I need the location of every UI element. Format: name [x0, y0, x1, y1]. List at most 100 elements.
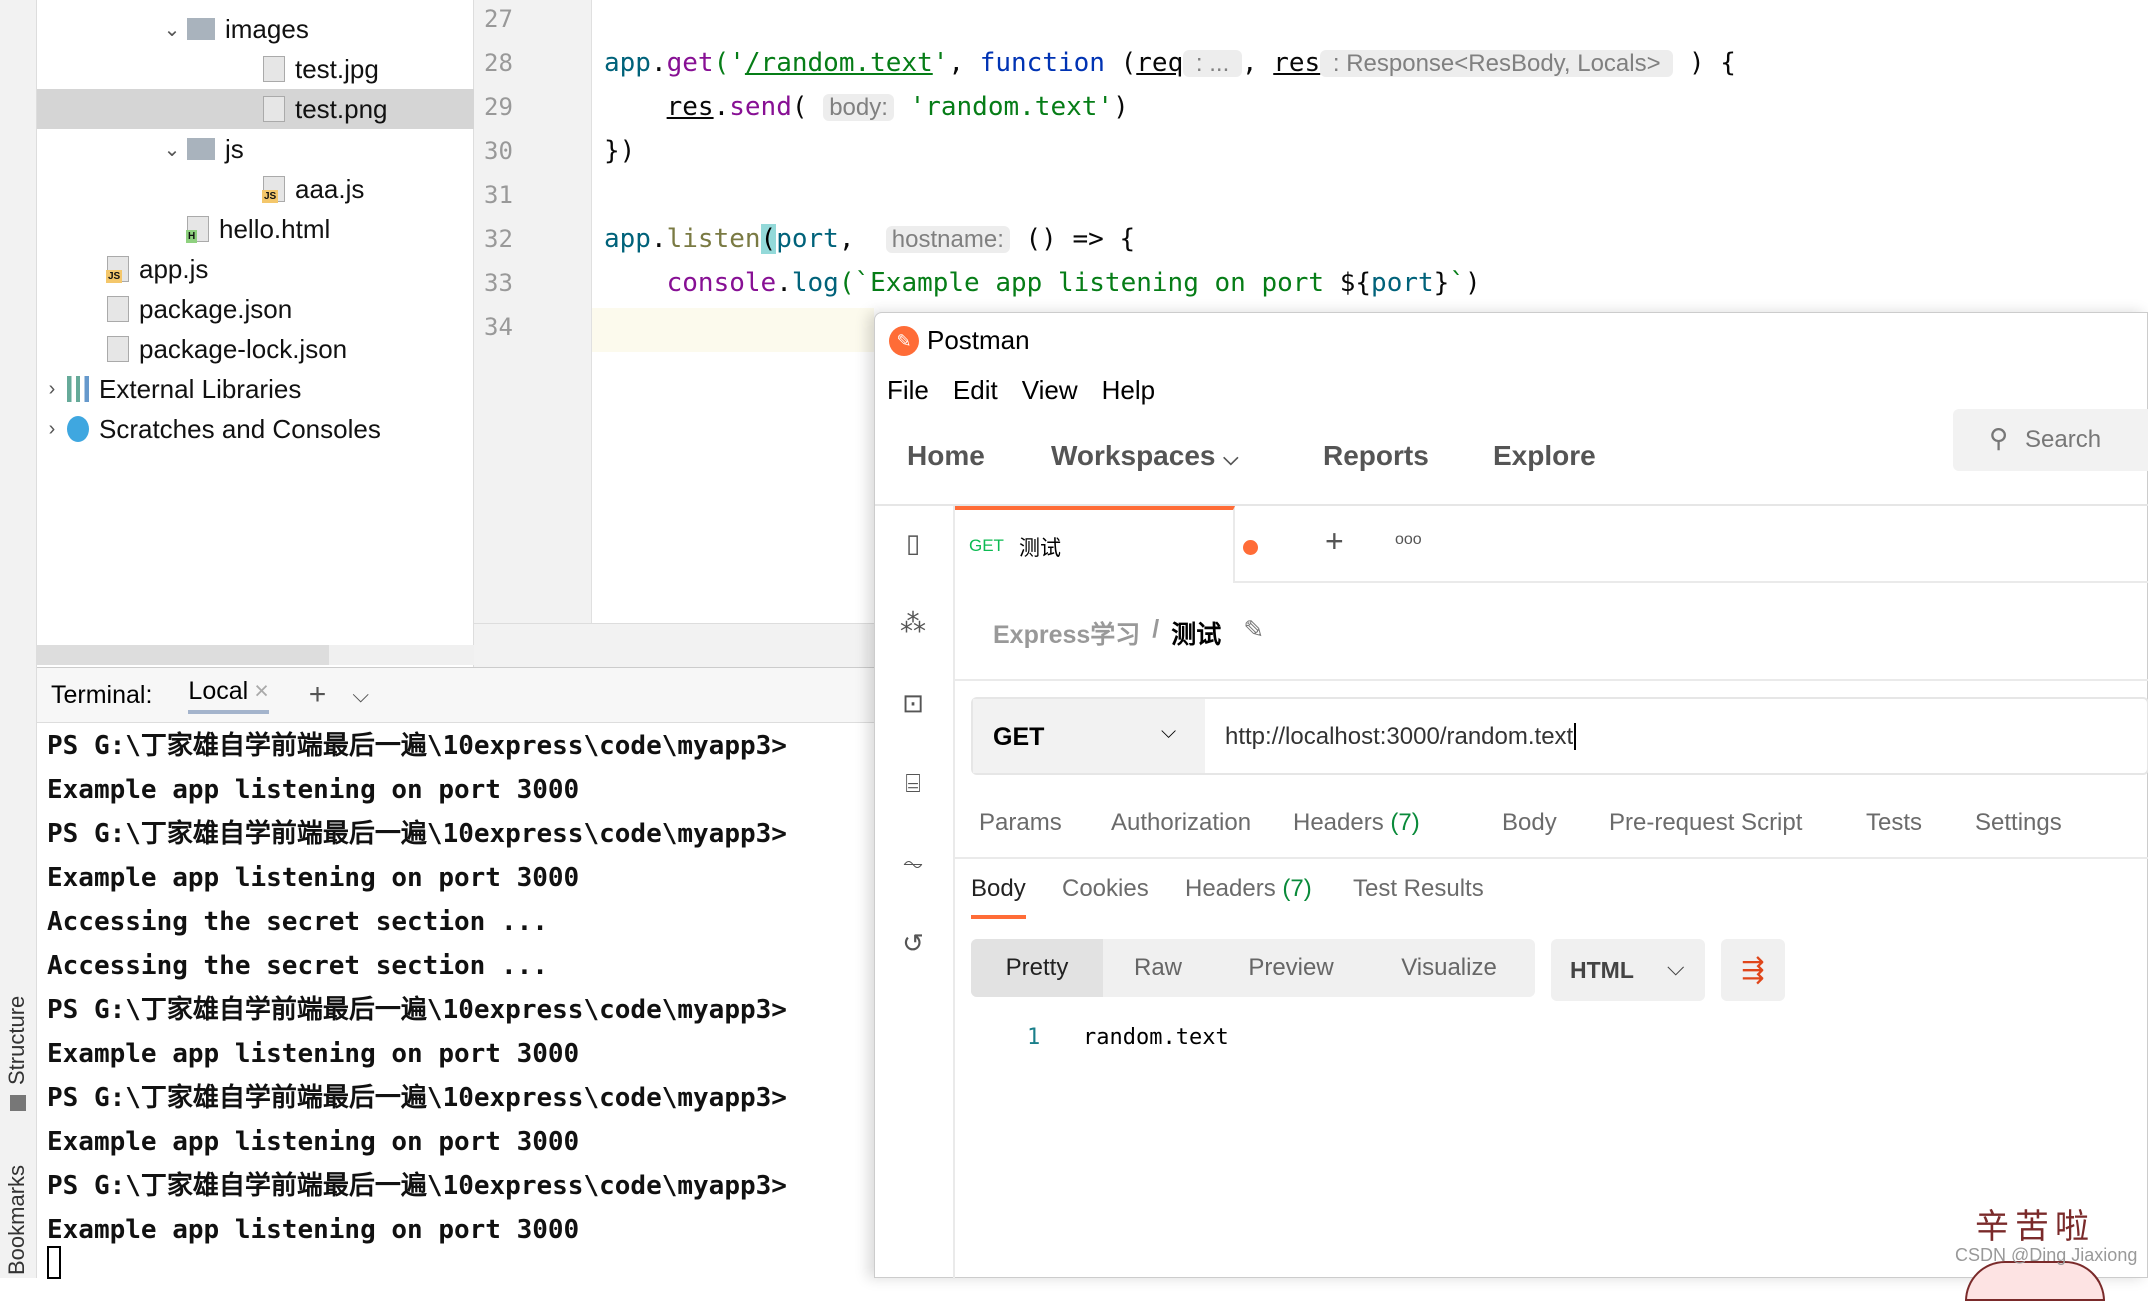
- code-token: 'random.text': [909, 92, 1114, 122]
- view-pretty[interactable]: Pretty: [971, 939, 1103, 997]
- headers-count: (7): [1390, 809, 1420, 836]
- apis-icon[interactable]: ⁂: [895, 608, 931, 644]
- nav-reports[interactable]: Reports: [1323, 440, 1429, 472]
- tree-item-label: hello.html: [219, 213, 331, 244]
- mock-servers-icon[interactable]: ⌸: [895, 768, 931, 804]
- response-tab-body[interactable]: Body: [971, 875, 1026, 919]
- close-icon[interactable]: ×: [254, 677, 269, 705]
- add-icon[interactable]: +: [309, 678, 327, 712]
- more-icon[interactable]: ooo: [1395, 531, 1422, 549]
- edit-icon[interactable]: ✎: [1243, 615, 1264, 651]
- menu-edit[interactable]: Edit: [953, 375, 998, 406]
- postman-logo-icon: ✎: [889, 326, 919, 356]
- tree-item-label: package.json: [139, 293, 293, 324]
- line-number: 27: [484, 5, 513, 33]
- url-value: http://localhost:3000/random.text: [1225, 723, 1574, 750]
- breadcrumb-request[interactable]: 测试: [1171, 615, 1221, 651]
- nav-explore[interactable]: Explore: [1493, 440, 1596, 472]
- divider: [1235, 581, 2148, 583]
- scratch-icon: [67, 416, 89, 442]
- tree-item[interactable]: package.json: [37, 289, 474, 329]
- tree-item[interactable]: test.jpg: [37, 49, 474, 89]
- bookmarks-tab[interactable]: Bookmarks: [4, 1165, 30, 1275]
- tab-pre-request-script[interactable]: Pre-request Script: [1609, 809, 1802, 837]
- menu-view[interactable]: View: [1022, 375, 1078, 406]
- editor-bottom-bar: [474, 623, 874, 667]
- tree-item[interactable]: Hhello.html: [37, 209, 474, 249]
- chevron-down-icon[interactable]: ⌵: [352, 682, 369, 708]
- line-number: 28: [484, 49, 513, 77]
- monitors-icon[interactable]: ⏦: [895, 848, 931, 884]
- menu-help[interactable]: Help: [1102, 375, 1155, 406]
- chevron-right-icon[interactable]: ›: [37, 378, 67, 401]
- method-value: GET: [993, 723, 1045, 751]
- tab-method: GET: [969, 536, 1004, 555]
- wrap-lines-icon[interactable]: ⇶: [1721, 939, 1785, 1001]
- tree-item-label: test.png: [295, 93, 388, 124]
- chevron-down-icon[interactable]: ⌄: [157, 17, 187, 42]
- history-icon[interactable]: ↺: [895, 928, 931, 964]
- nav-workspaces-label: Workspaces: [1051, 440, 1216, 471]
- tab-tests[interactable]: Tests: [1866, 809, 1922, 837]
- structure-tab[interactable]: Structure: [4, 996, 30, 1085]
- breadcrumb: Express学习 / 测试 ✎: [993, 615, 1264, 651]
- code-token: send: [729, 92, 792, 122]
- view-preview[interactable]: Preview: [1213, 939, 1369, 997]
- terminal-tab-local[interactable]: Local ×: [188, 677, 269, 714]
- tree-item-label: app.js: [139, 253, 209, 284]
- format-select[interactable]: HTML ⌵: [1551, 939, 1705, 1001]
- breadcrumb-collection[interactable]: Express学习: [993, 615, 1140, 651]
- tree-item-label: Scratches and Consoles: [99, 413, 381, 444]
- menu-file[interactable]: File: [887, 375, 929, 406]
- response-tab-headers[interactable]: Headers (7): [1185, 875, 1312, 903]
- tab-headers[interactable]: Headers (7): [1293, 809, 1420, 837]
- tab-params[interactable]: Params: [979, 809, 1062, 837]
- chevron-down-icon: ⌵: [1161, 721, 1177, 743]
- tab-body[interactable]: Body: [1502, 809, 1557, 837]
- search-box[interactable]: ⚲ Search: [1953, 409, 2148, 471]
- tab-authorization[interactable]: Authorization: [1111, 809, 1251, 837]
- response-tab-test-results[interactable]: Test Results: [1353, 875, 1484, 903]
- view-visualize[interactable]: Visualize: [1369, 939, 1529, 997]
- chevron-down-icon[interactable]: ⌄: [157, 137, 187, 162]
- tree-item[interactable]: › Scratches and Consoles: [37, 409, 474, 449]
- breadcrumb-separator: /: [1152, 615, 1160, 643]
- horizontal-scrollbar[interactable]: [37, 645, 474, 665]
- folder-icon: [187, 18, 215, 40]
- code-line: app.get('/random.text', function (req : …: [604, 41, 1736, 85]
- tree-item[interactable]: package-lock.json: [37, 329, 474, 369]
- tree-item[interactable]: JS aaa.js: [37, 169, 474, 209]
- response-tab-cookies[interactable]: Cookies: [1062, 875, 1149, 903]
- method-select[interactable]: GET ⌵: [973, 699, 1205, 773]
- parameter-hint: hostname:: [885, 226, 1010, 253]
- nav-workspaces[interactable]: Workspaces ⌵: [1051, 440, 1238, 472]
- terminal-line: PS G:\丁家雄自学前端最后一遍\10express\code\myapp3>: [47, 1171, 787, 1201]
- tree-item[interactable]: JS app.js: [37, 249, 474, 289]
- nav-home[interactable]: Home: [907, 440, 985, 472]
- tree-item[interactable]: ⌄ images: [37, 9, 474, 49]
- tree-item[interactable]: › External Libraries: [37, 369, 474, 409]
- chevron-right-icon[interactable]: ›: [37, 418, 67, 441]
- unsaved-dot-icon: [1243, 540, 1258, 555]
- url-input[interactable]: http://localhost:3000/random.text: [1205, 699, 2147, 773]
- code-line: res.send( body: 'random.text'): [604, 85, 1129, 129]
- terminal-header: Terminal: Local × + ⌵: [37, 668, 874, 723]
- format-value: HTML: [1570, 957, 1634, 983]
- parameter-hint: body:: [823, 94, 894, 121]
- collections-icon[interactable]: ▯: [895, 528, 931, 564]
- new-tab-icon[interactable]: +: [1325, 523, 1344, 560]
- request-tab[interactable]: GET 测试: [955, 506, 1258, 583]
- tree-item[interactable]: test.png: [37, 89, 474, 129]
- code-token: (: [760, 224, 777, 254]
- parameter-hint: : Response<ResBody, Locals>: [1320, 50, 1674, 77]
- watermark-credit: CSDN @Ding Jiaxiong: [1955, 1245, 2138, 1265]
- tree-item[interactable]: ⌄ js: [37, 129, 474, 169]
- tab-settings[interactable]: Settings: [1975, 809, 2062, 837]
- terminal-line: PS G:\丁家雄自学前端最后一遍\10express\code\myapp3>: [47, 1083, 787, 1113]
- terminal-line: Accessing the secret section ...: [47, 951, 548, 981]
- environments-icon[interactable]: ⊡: [895, 688, 931, 724]
- view-raw[interactable]: Raw: [1103, 939, 1213, 997]
- code-token: ,: [1241, 48, 1274, 78]
- code-token: ${: [1339, 268, 1372, 298]
